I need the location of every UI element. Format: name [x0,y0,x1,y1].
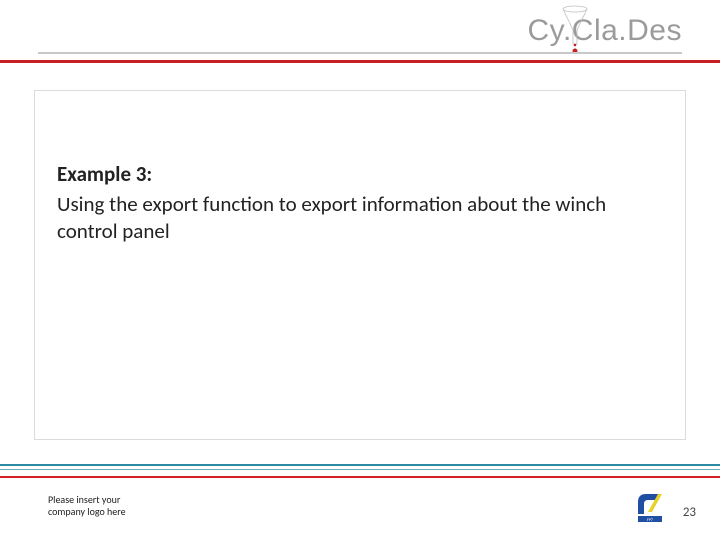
slide-header: Cy.Cla.Des [0,0,720,68]
footer-divider-teal [0,464,720,466]
fp7-label: FP7 [647,518,653,523]
page-number: 23 [683,505,696,520]
funnel-icon [560,4,590,54]
footer-divider-light [0,469,720,470]
slide: Cy.Cla.Des Example 3: Using the export f… [0,0,720,540]
content-body: Example 3: Using the export function to … [35,91,685,264]
footer-note-line2: company logo here [48,506,126,518]
brand-text: Cy.Cla.Des [528,14,682,47]
content-frame: Example 3: Using the export function to … [34,90,686,440]
fp7-logo-icon: FP7 [636,492,664,524]
brand-logo: Cy.Cla.Des [528,14,682,48]
example-body: Using the export function to export info… [57,191,663,244]
example-title: Example 3: [57,161,663,187]
header-divider-gray [38,52,682,54]
footer-divider-red [0,476,720,478]
company-logo-placeholder: Please insert your company logo here [48,494,126,518]
header-divider-red [0,60,720,63]
